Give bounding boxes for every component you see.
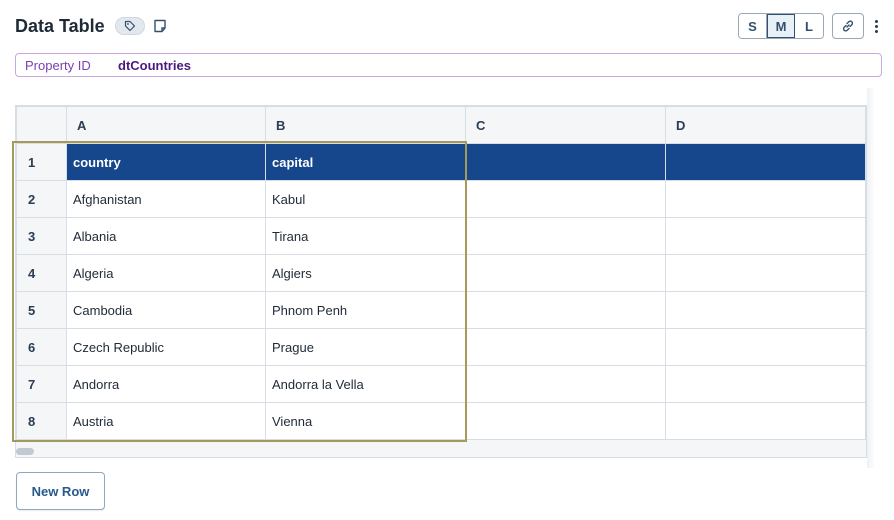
table-cell[interactable]: Andorra la Vella <box>265 365 466 403</box>
tag-icon <box>124 20 135 32</box>
table-cell[interactable] <box>465 328 666 366</box>
table-cell[interactable] <box>465 217 666 255</box>
table-cell[interactable] <box>665 180 866 218</box>
table-row: 8 Austria Vienna <box>16 402 866 440</box>
row-number[interactable]: 7 <box>16 365 67 403</box>
column-header-a[interactable]: A <box>66 106 266 144</box>
table-row: 4 Algeria Algiers <box>16 254 866 292</box>
table-row: 7 Andorra Andorra la Vella <box>16 365 866 403</box>
table-cell[interactable]: Czech Republic <box>66 328 266 366</box>
row-number[interactable]: 6 <box>16 328 67 366</box>
component-header: Data Table SML <box>15 12 882 40</box>
more-options-button[interactable] <box>870 13 882 39</box>
horizontal-scrollbar[interactable] <box>16 448 34 455</box>
table-cell[interactable]: Austria <box>66 402 266 440</box>
table-cell[interactable]: Vienna <box>265 402 466 440</box>
table-cell[interactable]: Albania <box>66 217 266 255</box>
table-cell[interactable] <box>465 291 666 329</box>
link-icon <box>842 20 854 32</box>
panel-edge <box>867 88 875 468</box>
table-cell[interactable]: Algiers <box>265 254 466 292</box>
table-cell[interactable] <box>465 180 666 218</box>
table-cell[interactable] <box>665 217 866 255</box>
column-header-row: ABCD <box>16 106 866 144</box>
component-title: Data Table <box>15 15 105 36</box>
property-id-label: Property ID <box>25 57 91 73</box>
table-cell[interactable] <box>665 365 866 403</box>
table-cell[interactable] <box>665 143 866 181</box>
size-button-m[interactable]: M <box>767 14 795 38</box>
table-row: 1 country capital <box>16 143 866 181</box>
table-cell[interactable] <box>665 328 866 366</box>
row-number[interactable]: 5 <box>16 291 67 329</box>
table-cell[interactable]: Prague <box>265 328 466 366</box>
column-header-c[interactable]: C <box>465 106 666 144</box>
size-button-l[interactable]: L <box>795 14 823 38</box>
link-button[interactable] <box>832 13 864 39</box>
row-number[interactable]: 3 <box>16 217 67 255</box>
table-cell[interactable]: Algeria <box>66 254 266 292</box>
table-cell[interactable] <box>465 365 666 403</box>
table-row: 3 Albania Tirana <box>16 217 866 255</box>
row-number[interactable]: 4 <box>16 254 67 292</box>
table-cell[interactable]: Tirana <box>265 217 466 255</box>
table-cell[interactable] <box>465 143 666 181</box>
table-cell[interactable] <box>665 254 866 292</box>
note-button[interactable] <box>151 17 169 35</box>
table-cell[interactable] <box>465 402 666 440</box>
table-cell[interactable]: country <box>66 143 266 181</box>
table-cell[interactable]: Afghanistan <box>66 180 266 218</box>
table-cell[interactable] <box>665 402 866 440</box>
property-id-bar: Property ID dtCountries <box>15 53 882 77</box>
row-number[interactable]: 1 <box>16 143 67 181</box>
table-cell[interactable]: capital <box>265 143 466 181</box>
size-toggle-group: SML <box>738 13 824 39</box>
table-row: 6 Czech Republic Prague <box>16 328 866 366</box>
data-grid[interactable]: ABCD 1 country capital 2 Afghanistan Kabul 3 Al… <box>15 105 867 458</box>
note-icon <box>154 19 166 33</box>
table-cell[interactable]: Andorra <box>66 365 266 403</box>
property-id-value[interactable]: dtCountries <box>118 58 191 73</box>
table-cell[interactable] <box>465 254 666 292</box>
table-cell[interactable] <box>665 291 866 329</box>
table-row: 2 Afghanistan Kabul <box>16 180 866 218</box>
table-cell[interactable]: Phnom Penh <box>265 291 466 329</box>
new-row-button[interactable]: New Row <box>16 472 105 510</box>
table-cell[interactable]: Kabul <box>265 180 466 218</box>
row-number[interactable]: 8 <box>16 402 67 440</box>
column-header-b[interactable]: B <box>265 106 466 144</box>
tag-button[interactable] <box>114 17 145 35</box>
data-table: ABCD 1 country capital 2 Afghanistan Kabul 3 Al… <box>16 106 866 440</box>
table-cell[interactable]: Cambodia <box>66 291 266 329</box>
corner-cell[interactable] <box>16 106 67 144</box>
more-vertical-icon <box>874 19 878 23</box>
column-header-d[interactable]: D <box>665 106 866 144</box>
row-number[interactable]: 2 <box>16 180 67 218</box>
table-row: 5 Cambodia Phnom Penh <box>16 291 866 329</box>
size-button-s[interactable]: S <box>739 14 767 38</box>
